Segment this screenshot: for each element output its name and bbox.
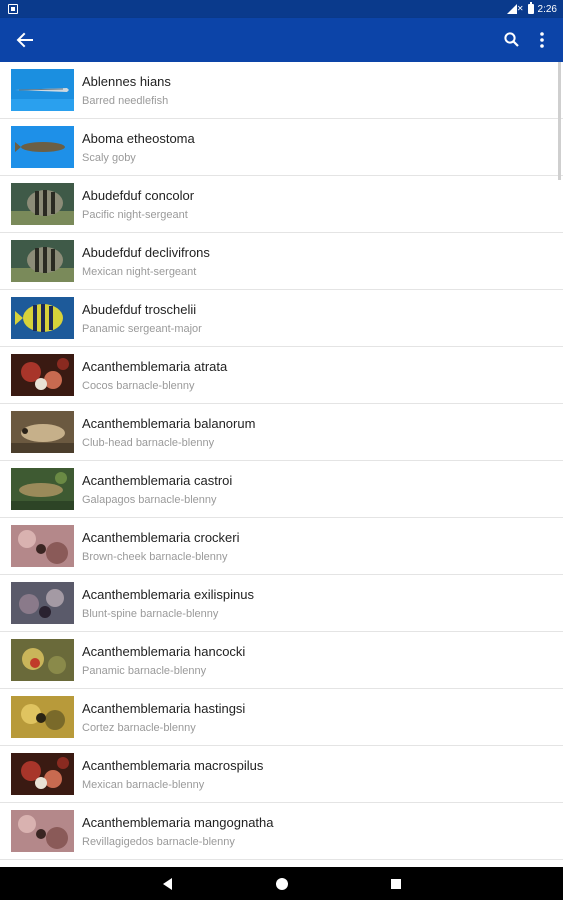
search-icon[interactable]	[501, 30, 523, 50]
nav-back-icon[interactable]	[160, 876, 176, 892]
list-item[interactable]: Acanthemblemaria castroi Galapagos barnac…	[0, 461, 563, 518]
species-scientific-name: Ablennes hians	[82, 74, 171, 89]
list-item[interactable]: Ablennes hians Barred needlefish	[0, 62, 563, 119]
scrollbar[interactable]	[558, 62, 561, 180]
list-item[interactable]: Abudefduf concolor Pacific night-sergeant	[0, 176, 563, 233]
species-scientific-name: Acanthemblemaria crockeri	[82, 530, 240, 545]
species-scientific-name: Acanthemblemaria mangognatha	[82, 815, 274, 830]
species-scientific-name: Abudefduf declivifrons	[82, 245, 210, 260]
species-thumbnail	[11, 525, 74, 567]
species-thumbnail	[11, 810, 74, 852]
species-scientific-name: Acanthemblemaria hancocki	[82, 644, 246, 659]
no-data-icon: ✕	[516, 4, 524, 13]
species-thumbnail	[11, 69, 74, 111]
list-item[interactable]: Acanthemblemaria hancocki Panamic barnacl…	[0, 632, 563, 689]
species-common-name: Mexican night-sergeant	[82, 266, 197, 278]
status-icons: ✕ 2:26	[506, 2, 557, 16]
nav-home-icon[interactable]	[274, 876, 290, 892]
species-common-name: Cocos barnacle-blenny	[82, 380, 195, 392]
battery-icon	[527, 2, 534, 14]
species-common-name: Panamic barnacle-blenny	[82, 665, 207, 677]
species-thumbnail	[11, 297, 74, 339]
app-bar	[0, 18, 563, 62]
species-scientific-name: Acanthemblemaria exilispinus	[82, 587, 254, 602]
list-item[interactable]: Abudefduf declivifrons Mexican night-serg…	[0, 233, 563, 290]
species-thumbnail	[11, 753, 74, 795]
species-scientific-name: Acanthemblemaria macrospilus	[82, 758, 264, 773]
species-common-name: Blunt-spine barnacle-blenny	[82, 608, 219, 620]
list-item[interactable]: Acanthemblemaria atrata Cocos barnacle-bl…	[0, 347, 563, 404]
list-item[interactable]: Abudefduf troschelii Panamic sergeant-maj…	[0, 290, 563, 347]
status-bar: ✕ 2:26	[0, 0, 563, 18]
back-arrow-icon[interactable]	[14, 30, 36, 50]
species-common-name: Cortez barnacle-blenny	[82, 722, 196, 734]
species-thumbnail	[11, 126, 74, 168]
species-thumbnail	[11, 639, 74, 681]
species-scientific-name: Acanthemblemaria atrata	[82, 359, 228, 374]
species-thumbnail	[11, 183, 74, 225]
more-vert-icon[interactable]	[531, 30, 553, 50]
list-item[interactable]: Acanthemblemaria macrospilus Mexican barn…	[0, 746, 563, 803]
species-thumbnail	[11, 468, 74, 510]
status-time: 2:26	[537, 3, 557, 15]
species-common-name: Pacific night-sergeant	[82, 209, 188, 221]
species-thumbnail	[11, 411, 74, 453]
list-item[interactable]: Acanthemblemaria exilispinus Blunt-spine …	[0, 575, 563, 632]
signal-icon	[506, 4, 517, 14]
species-common-name: Revillagigedos barnacle-blenny	[82, 836, 235, 848]
species-scientific-name: Acanthemblemaria castroi	[82, 473, 233, 488]
species-scientific-name: Acanthemblemaria hastingsi	[82, 701, 246, 716]
list-item[interactable]: Acanthemblemaria hastingsi Cortez barnacl…	[0, 689, 563, 746]
list-item[interactable]: Acanthemblemaria mangognatha Revillagiged…	[0, 803, 563, 860]
species-scientific-name: Abudefduf concolor	[82, 188, 195, 203]
species-common-name: Mexican barnacle-blenny	[82, 779, 205, 791]
species-thumbnail	[11, 696, 74, 738]
list-item[interactable]: Aboma etheostoma Scaly goby	[0, 119, 563, 176]
species-scientific-name: Abudefduf troschelii	[82, 302, 197, 317]
species-thumbnail	[11, 240, 74, 282]
species-list[interactable]: Ablennes hians Barred needlefish Aboma eth…	[0, 62, 563, 867]
species-common-name: Club-head barnacle-blenny	[82, 437, 215, 449]
list-item[interactable]: Acanthemblemaria balanorum Club-head barn…	[0, 404, 563, 461]
species-common-name: Scaly goby	[82, 152, 136, 164]
species-scientific-name: Aboma etheostoma	[82, 131, 195, 146]
species-common-name: Brown-cheek barnacle-blenny	[82, 551, 228, 563]
species-common-name: Panamic sergeant-major	[82, 323, 202, 335]
species-common-name: Galapagos barnacle-blenny	[82, 494, 217, 506]
species-scientific-name: Acanthemblemaria balanorum	[82, 416, 256, 431]
system-nav-bar	[0, 867, 563, 900]
notification-icon	[8, 4, 18, 14]
list-item[interactable]: Acanthemblemaria crockeri Brown-cheek bar…	[0, 518, 563, 575]
species-common-name: Barred needlefish	[82, 95, 169, 107]
species-thumbnail	[11, 354, 74, 396]
species-thumbnail	[11, 582, 74, 624]
nav-recents-icon[interactable]	[388, 876, 404, 892]
